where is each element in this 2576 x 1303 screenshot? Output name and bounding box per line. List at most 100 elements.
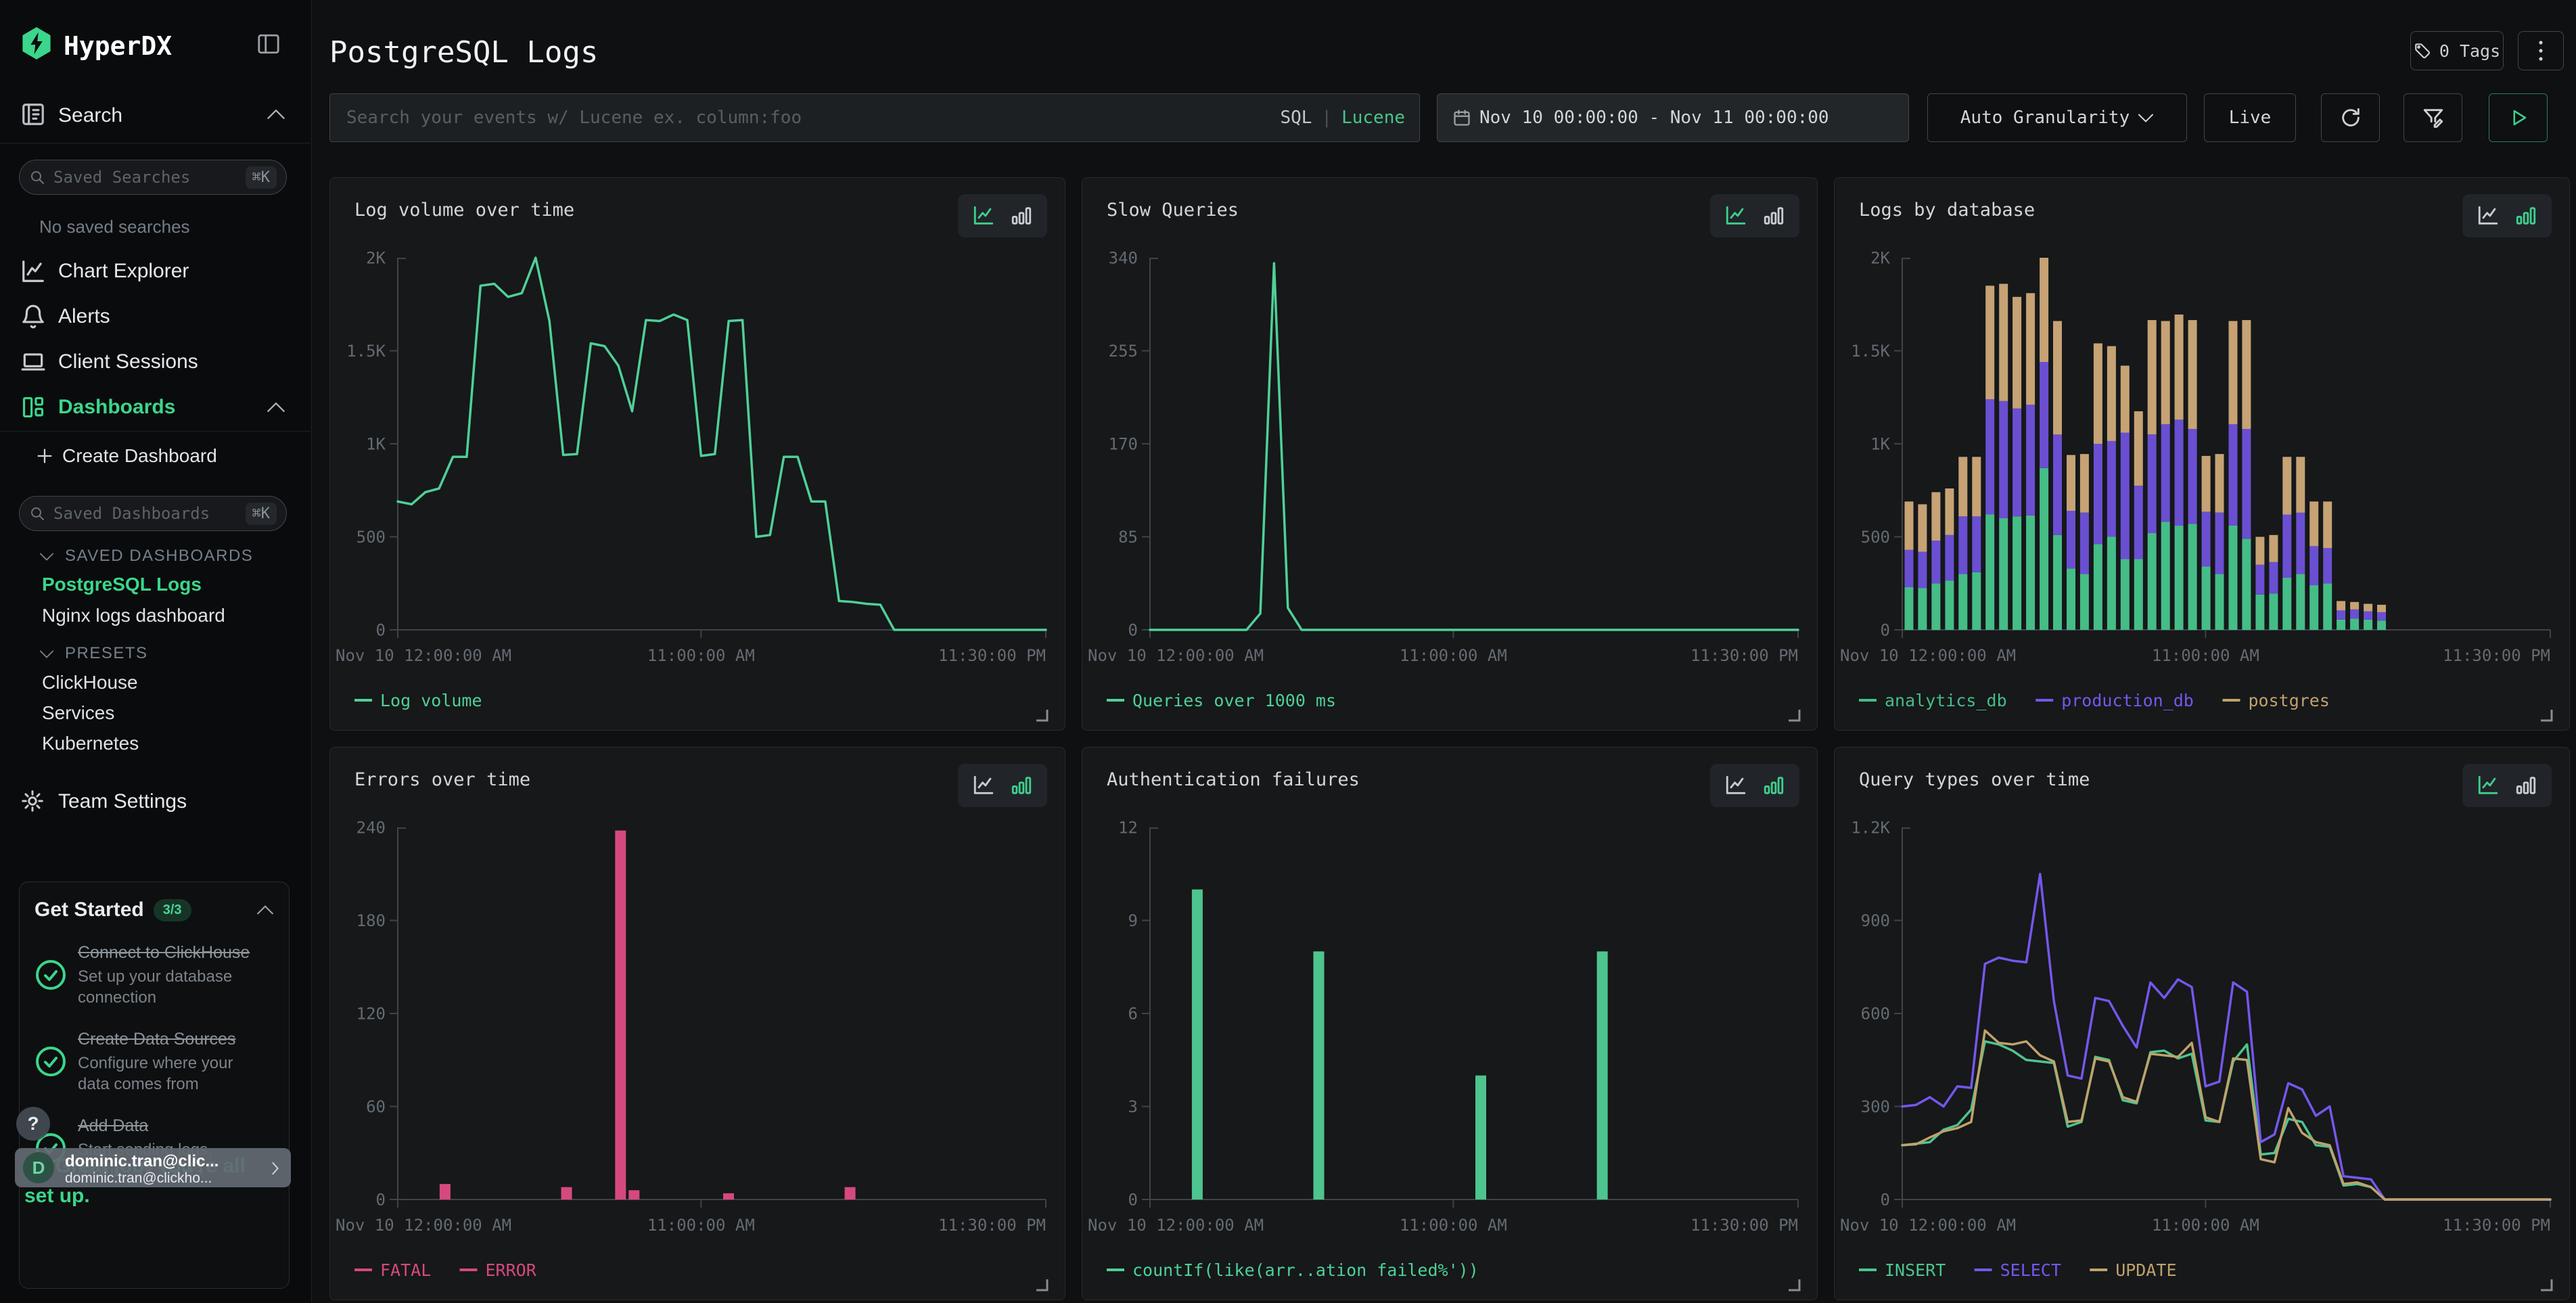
line-chart-icon xyxy=(972,774,995,797)
query-language-toggle: SQL | Lucene xyxy=(1280,93,1405,142)
more-menu-button[interactable] xyxy=(2518,31,2564,70)
refresh-button[interactable] xyxy=(2321,93,2380,142)
svg-text:11:30:00 PM: 11:30:00 PM xyxy=(1690,1216,1798,1235)
refresh-icon xyxy=(2339,106,2362,129)
chart-view-toggle[interactable] xyxy=(2462,764,2552,807)
saved-dashboards-input[interactable] xyxy=(52,503,239,524)
get-started-title: Get Started xyxy=(34,898,144,921)
chart-view-toggle[interactable] xyxy=(958,764,1047,807)
sidebar-item-team-settings[interactable]: Team Settings xyxy=(58,790,187,813)
svg-text:SELECT: SELECT xyxy=(2000,1260,2061,1280)
user-menu[interactable]: D dominic.tran@clic... dominic.tran@clic… xyxy=(15,1148,291,1187)
get-started-step[interactable]: Create Data Sources Configure where your… xyxy=(34,1028,274,1095)
chevron-up-icon[interactable] xyxy=(267,108,285,120)
calendar-icon xyxy=(1452,108,1471,127)
svg-text:0: 0 xyxy=(376,1190,386,1209)
avatar: D xyxy=(23,1152,54,1183)
sql-toggle[interactable]: SQL xyxy=(1280,108,1312,128)
sidebar-item-dashboards[interactable]: Dashboards xyxy=(0,393,311,426)
chevron-up-icon[interactable] xyxy=(267,401,285,413)
svg-text:INSERT: INSERT xyxy=(1885,1260,1946,1280)
svg-text:11:30:00 PM: 11:30:00 PM xyxy=(2443,646,2550,665)
svg-text:11:00:00 AM: 11:00:00 AM xyxy=(2152,646,2259,665)
check-circle-icon xyxy=(34,959,67,991)
svg-text:2K: 2K xyxy=(1870,248,1890,267)
chart-view-toggle[interactable] xyxy=(1710,764,1799,807)
sidebar-item-clickhouse[interactable]: ClickHouse xyxy=(42,672,138,693)
svg-text:0: 0 xyxy=(1128,620,1138,639)
svg-text:ERROR: ERROR xyxy=(486,1260,537,1280)
sidebar-item-client-sessions[interactable]: Client Sessions xyxy=(0,348,311,380)
live-button[interactable]: Live xyxy=(2204,93,2296,142)
svg-text:analytics_db: analytics_db xyxy=(1885,691,2007,710)
svg-text:UPDATE: UPDATE xyxy=(2115,1260,2176,1280)
saved-searches-input[interactable] xyxy=(52,167,239,187)
sidebar-item-alerts[interactable]: Alerts xyxy=(0,302,311,335)
svg-text:240: 240 xyxy=(356,818,386,837)
svg-text:FATAL: FATAL xyxy=(380,1260,431,1280)
dashboard-grid: Log volume over time 2K1.5K1K5000Nov 10 … xyxy=(329,177,2570,1300)
svg-text:2K: 2K xyxy=(366,248,386,267)
svg-text:180: 180 xyxy=(356,911,386,930)
svg-text:900: 900 xyxy=(1861,911,1890,930)
laptop-icon xyxy=(20,349,46,375)
chart-panel: Slow Queries 340255170850Nov 10 12:00:00… xyxy=(1082,177,1818,731)
svg-text:0: 0 xyxy=(1881,1190,1890,1209)
event-search-input[interactable] xyxy=(329,93,1420,142)
sidebar-item-services[interactable]: Services xyxy=(42,702,114,724)
no-saved-searches-text: No saved searches xyxy=(39,216,190,237)
sidebar-item-search[interactable]: Search xyxy=(58,104,122,127)
divider xyxy=(0,431,310,432)
check-circle-icon xyxy=(34,1045,67,1078)
tag-icon xyxy=(2414,42,2431,60)
svg-text:11:30:00 PM: 11:30:00 PM xyxy=(938,1216,1046,1235)
create-dashboard-button[interactable]: Create Dashboard xyxy=(62,445,217,467)
sidebar-item-postgresql-logs[interactable]: PostgreSQL Logs xyxy=(42,574,202,595)
svg-text:Nov 10 12:00:00 AM: Nov 10 12:00:00 AM xyxy=(336,646,511,665)
chart-explorer-icon xyxy=(20,258,46,284)
svg-text:11:30:00 PM: 11:30:00 PM xyxy=(1690,646,1798,665)
sidebar-item-chart-explorer[interactable]: Chart Explorer xyxy=(0,257,311,290)
svg-text:1K: 1K xyxy=(366,434,386,453)
chart-view-toggle[interactable] xyxy=(2462,194,2552,237)
dashboards-icon xyxy=(20,394,46,420)
chevron-down-icon[interactable] xyxy=(39,552,54,562)
svg-text:11:00:00 AM: 11:00:00 AM xyxy=(647,1216,755,1235)
hyperdx-logo-icon xyxy=(19,26,54,61)
run-query-button[interactable] xyxy=(2489,93,2548,142)
chart-view-toggle[interactable] xyxy=(1710,194,1799,237)
chart-title: Authentication failures xyxy=(1107,769,1360,790)
date-range-picker[interactable]: Nov 10 00:00:00 - Nov 11 00:00:00 xyxy=(1437,93,1909,142)
chart-title: Logs by database xyxy=(1859,200,2035,221)
help-button[interactable]: ? xyxy=(16,1107,50,1141)
sidebar-collapse-icon[interactable] xyxy=(256,32,281,55)
svg-text:Nov 10 12:00:00 AM: Nov 10 12:00:00 AM xyxy=(1088,1216,1264,1235)
svg-text:0: 0 xyxy=(376,620,386,639)
svg-text:11:00:00 AM: 11:00:00 AM xyxy=(1400,646,1507,665)
svg-text:production_db: production_db xyxy=(2061,691,2194,710)
sidebar-item-nginx-dashboard[interactable]: Nginx logs dashboard xyxy=(42,605,225,626)
filter-button[interactable] xyxy=(2404,93,2462,142)
chevron-up-icon[interactable] xyxy=(256,905,274,915)
tags-button[interactable]: 0 Tags xyxy=(2410,31,2504,70)
svg-text:1.5K: 1.5K xyxy=(1851,342,1890,361)
chart-panel: Query types over time 1.2K9006003000Nov … xyxy=(1834,747,2570,1300)
chart-view-toggle[interactable] xyxy=(958,194,1047,237)
svg-text:postgres: postgres xyxy=(2249,691,2330,710)
svg-text:11:00:00 AM: 11:00:00 AM xyxy=(647,646,755,665)
sidebar-item-kubernetes[interactable]: Kubernetes xyxy=(42,733,139,754)
svg-text:Nov 10 12:00:00 AM: Nov 10 12:00:00 AM xyxy=(1088,646,1264,665)
svg-text:3: 3 xyxy=(1128,1097,1138,1116)
kebab-icon xyxy=(2538,39,2544,62)
lucene-toggle[interactable]: Lucene xyxy=(1341,108,1405,128)
get-started-step[interactable]: Connect to ClickHouse Set up your databa… xyxy=(34,942,274,1008)
chart-panel: Log volume over time 2K1.5K1K5000Nov 10 … xyxy=(329,177,1065,731)
granularity-select[interactable]: Auto Granularity xyxy=(1927,93,2187,142)
bar-chart-icon xyxy=(2514,204,2537,227)
svg-text:countIf(like(arr..ation failed: countIf(like(arr..ation failed%')) xyxy=(1132,1260,1479,1280)
chevron-down-icon[interactable] xyxy=(39,649,54,659)
presets-header[interactable]: PRESETS xyxy=(65,644,148,663)
bar-chart-icon xyxy=(1762,204,1785,227)
bar-chart-icon xyxy=(2514,774,2537,797)
saved-dashboards-header[interactable]: SAVED DASHBOARDS xyxy=(65,547,253,566)
